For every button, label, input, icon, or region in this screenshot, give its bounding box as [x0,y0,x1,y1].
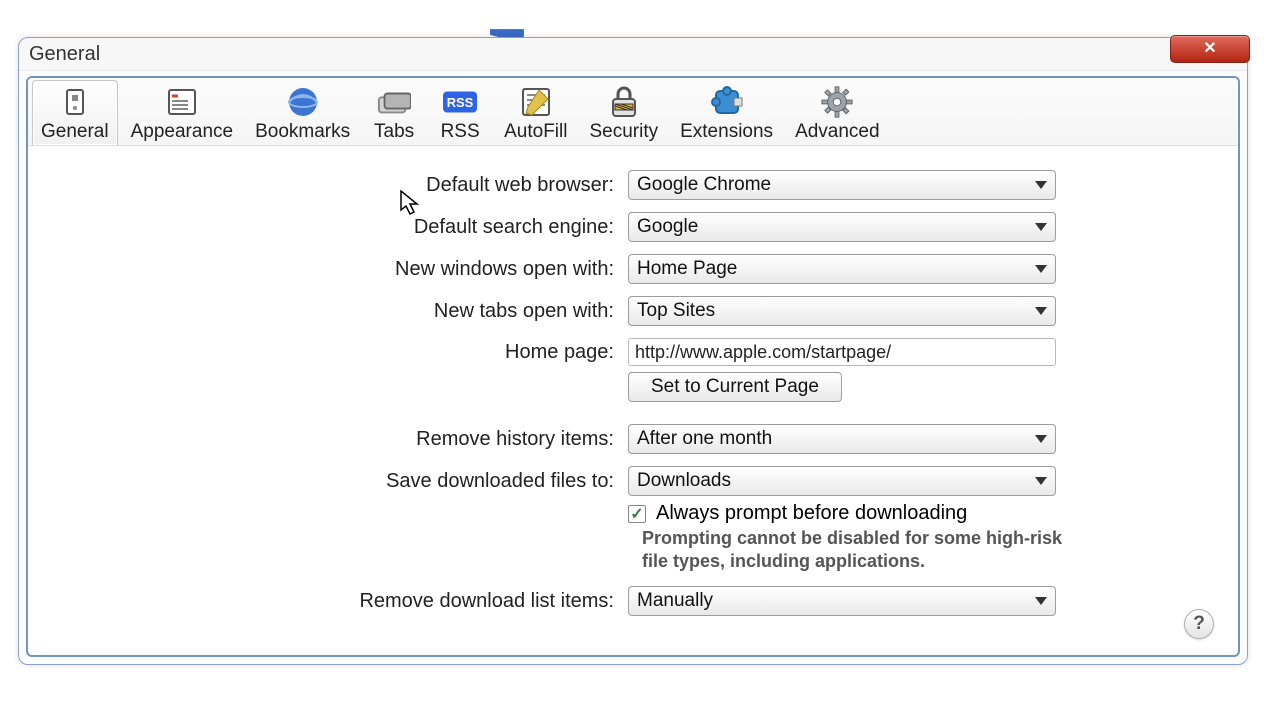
general-icon [58,85,92,119]
tab-label: Security [589,121,658,143]
prompt-download-hint: Prompting cannot be disabled for some hi… [642,527,1082,572]
tab-label: Extensions [680,121,773,143]
chevron-down-icon [1035,223,1047,231]
tab-rss[interactable]: RSS RSS [429,80,491,145]
prompt-download-checkbox[interactable]: ✓ [628,505,646,523]
tab-label: General [41,121,109,143]
select-value: Google Chrome [637,174,771,196]
select-value: Manually [637,590,713,612]
select-default-search[interactable]: Google [628,212,1056,242]
chevron-down-icon [1035,477,1047,485]
tab-general[interactable]: General [32,80,118,145]
select-value: After one month [637,428,772,450]
bookmarks-icon [286,85,320,119]
window-titlebar: General [19,38,1247,71]
autofill-icon [519,85,553,119]
extensions-icon [710,85,744,119]
label-save-downloads: Save downloaded files to: [68,470,628,493]
advanced-icon [820,85,854,119]
set-current-page-button[interactable]: Set to Current Page [628,372,842,402]
select-value: Google [637,216,698,238]
tab-bookmarks[interactable]: Bookmarks [246,80,359,145]
select-remove-history[interactable]: After one month [628,424,1056,454]
window-inner: General Appearance Bookmarks Tabs [26,76,1240,657]
tabs-icon [377,85,411,119]
label-home-page: Home page: [68,341,628,364]
tab-autofill[interactable]: AutoFill [495,80,576,145]
label-new-tabs: New tabs open with: [68,300,628,323]
chevron-down-icon [1035,181,1047,189]
tab-label: RSS [441,121,480,143]
select-new-tabs[interactable]: Top Sites [628,296,1056,326]
label-default-browser: Default web browser: [68,174,628,197]
tab-tabs[interactable]: Tabs [363,80,425,145]
rss-icon: RSS [443,85,477,119]
tab-label: Bookmarks [255,121,350,143]
tab-label: Advanced [795,121,880,143]
label-remove-downloads: Remove download list items: [68,590,628,613]
select-value: Downloads [637,470,731,492]
tab-security[interactable]: Security [580,80,667,145]
select-save-downloads[interactable]: Downloads [628,466,1056,496]
prefs-content: Default web browser: Google Chrome Defau… [28,146,1238,655]
tab-label: AutoFill [504,121,567,143]
tab-label: Tabs [374,121,414,143]
chevron-down-icon [1035,265,1047,273]
help-button[interactable]: ? [1184,609,1214,639]
home-page-input[interactable] [628,338,1056,366]
prompt-download-label: Always prompt before downloading [656,502,967,525]
chevron-down-icon [1035,435,1047,443]
prefs-toolbar: General Appearance Bookmarks Tabs [28,78,1238,146]
select-default-browser[interactable]: Google Chrome [628,170,1056,200]
security-icon [607,85,641,119]
select-value: Home Page [637,258,737,280]
window-title: General [29,43,100,66]
tab-advanced[interactable]: Advanced [786,80,889,145]
appearance-icon [165,85,199,119]
tab-label: Appearance [131,121,233,143]
label-new-windows: New windows open with: [68,258,628,281]
select-new-windows[interactable]: Home Page [628,254,1056,284]
tab-appearance[interactable]: Appearance [122,80,242,145]
chevron-down-icon [1035,597,1047,605]
select-value: Top Sites [637,300,715,322]
chevron-down-icon [1035,307,1047,315]
tab-extensions[interactable]: Extensions [671,80,782,145]
label-remove-history: Remove history items: [68,428,628,451]
label-default-search: Default search engine: [68,216,628,239]
select-remove-downloads[interactable]: Manually [628,586,1056,616]
preferences-window: General General Appearance Bookmarks [18,37,1248,665]
close-button[interactable] [1170,35,1250,63]
svg-text:RSS: RSS [447,95,474,110]
